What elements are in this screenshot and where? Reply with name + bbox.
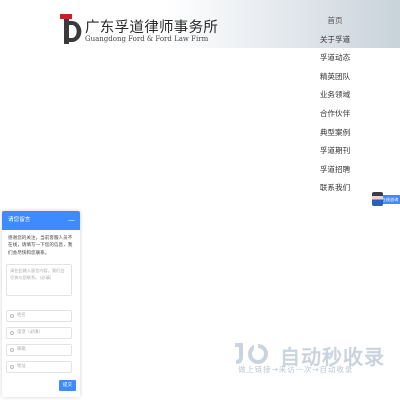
submit-button[interactable]: 提交 [59,380,76,391]
watermark-subtitle: 做上链接→来访一次→自动收录 [238,365,354,374]
agent-avatar [372,192,383,206]
phone-field[interactable]: 电话（必填） [6,327,72,339]
panel-title: 请您留言 [8,217,31,223]
address-placeholder: 地址 [17,364,26,369]
panel-message: 感谢您的关注，当前客服人员不在线，请填写一下您的信息，我们会尽快和您联系。 [8,236,73,256]
nav-item-partners[interactable]: 合作伙伴 [312,105,358,124]
watermark-logo-icon [235,343,268,364]
name-field[interactable]: 姓名 [6,310,72,322]
location-icon [10,365,14,369]
person-icon [10,314,14,318]
nav-item-news[interactable]: 孚道动态 [312,49,358,68]
logo-chinese-name: 广东孚道律师事务所 [85,20,219,36]
logo-english-name: Guangdong Ford & Ford Law Firm [85,35,209,43]
panel-header: 请您留言 — [2,211,80,230]
email-field[interactable]: 邮箱 [6,344,72,356]
nav-item-contact[interactable]: 联系我们 [312,179,358,198]
nav-item-team[interactable]: 精英团队 [312,68,358,87]
nav-item-practice-areas[interactable]: 业务领域 [312,86,358,105]
site-logo[interactable]: 广东孚道律师事务所 Guangdong Ford & Ford Law Firm [60,14,218,48]
name-placeholder: 姓名 [17,313,26,318]
phone-icon [10,331,14,335]
main-nav: 首页 关于孚道 孚道动态 精英团队 业务领域 合作伙伴 典型案例 孚道期刊 孚道… [312,12,358,198]
watermark: 自动秒收录 做上链接→来访一次→自动收录 [232,339,384,379]
nav-item-careers[interactable]: 孚道招聘 [312,161,358,180]
online-consult-widget[interactable]: 在线咨询 [370,192,400,207]
logo-mark-icon [60,14,82,44]
mail-icon [10,348,14,352]
nav-item-home[interactable]: 首页 [312,12,358,31]
address-field[interactable]: 地址 [6,361,72,373]
nav-item-about[interactable]: 关于孚道 [312,31,358,50]
nav-item-cases[interactable]: 典型案例 [312,124,358,143]
message-textarea[interactable]: 请在此输入留言内容，我们会尽快与您联系。（必填） [6,264,72,296]
minimize-button[interactable]: — [68,211,75,230]
phone-placeholder: 电话（必填） [17,330,43,335]
nav-item-journal[interactable]: 孚道期刊 [312,142,358,161]
email-placeholder: 邮箱 [17,347,26,352]
